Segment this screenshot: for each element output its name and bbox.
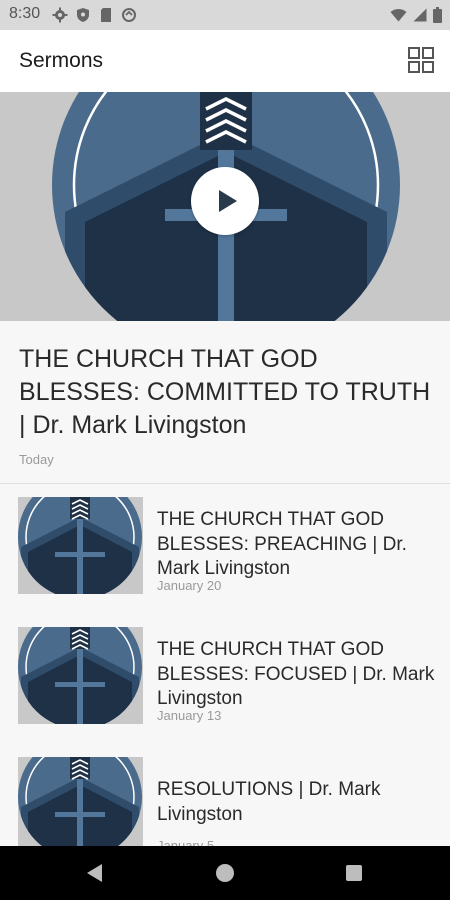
sermon-title: RESOLUTIONS | Dr. Mark Livingston [157,779,381,825]
sermon-thumbnail [18,627,143,724]
sermon-title: THE CHURCH THAT GOD BLESSES: PREACHING |… [157,509,407,579]
featured-sermon[interactable]: THE CHURCH THAT GOD BLESSES: COMMITTED T… [0,321,450,484]
system-nav-bar [0,846,450,900]
list-item[interactable]: THE CHURCH THAT GOD BLESSES: PREACHING |… [0,484,450,615]
signal-icon [413,8,427,27]
gear-icon [52,7,68,28]
recents-icon[interactable] [346,865,362,881]
grid-icon [408,47,434,73]
featured-sermon-date: Today [19,452,54,467]
list-item[interactable]: THE CHURCH THAT GOD BLESSES: FOCUSED | D… [0,614,450,745]
list-item[interactable]: RESOLUTIONS | Dr. Mark Livingston Januar… [0,744,450,847]
home-icon[interactable] [216,864,234,882]
sermon-thumbnail [18,497,143,594]
sermon-date: January 13 [157,708,222,723]
featured-sermon-title: THE CHURCH THAT GOD BLESSES: COMMITTED T… [19,345,431,439]
play-icon [219,190,237,212]
back-icon[interactable] [87,864,103,887]
sermon-date: January 20 [157,578,222,593]
shield-icon [75,7,91,28]
sd-card-icon [98,7,114,28]
app-bar: Sermons [0,30,450,92]
battery-icon [433,7,442,28]
page-title: Sermons [19,49,104,72]
wifi-icon [390,8,407,27]
grid-view-button[interactable] [407,46,435,74]
sermon-thumbnail [18,757,143,846]
status-bar: 8:30 [0,0,450,30]
play-button[interactable] [191,167,259,235]
status-time: 8:30 [9,5,41,22]
sermon-title: THE CHURCH THAT GOD BLESSES: FOCUSED | D… [157,639,435,709]
sync-icon [121,7,137,28]
